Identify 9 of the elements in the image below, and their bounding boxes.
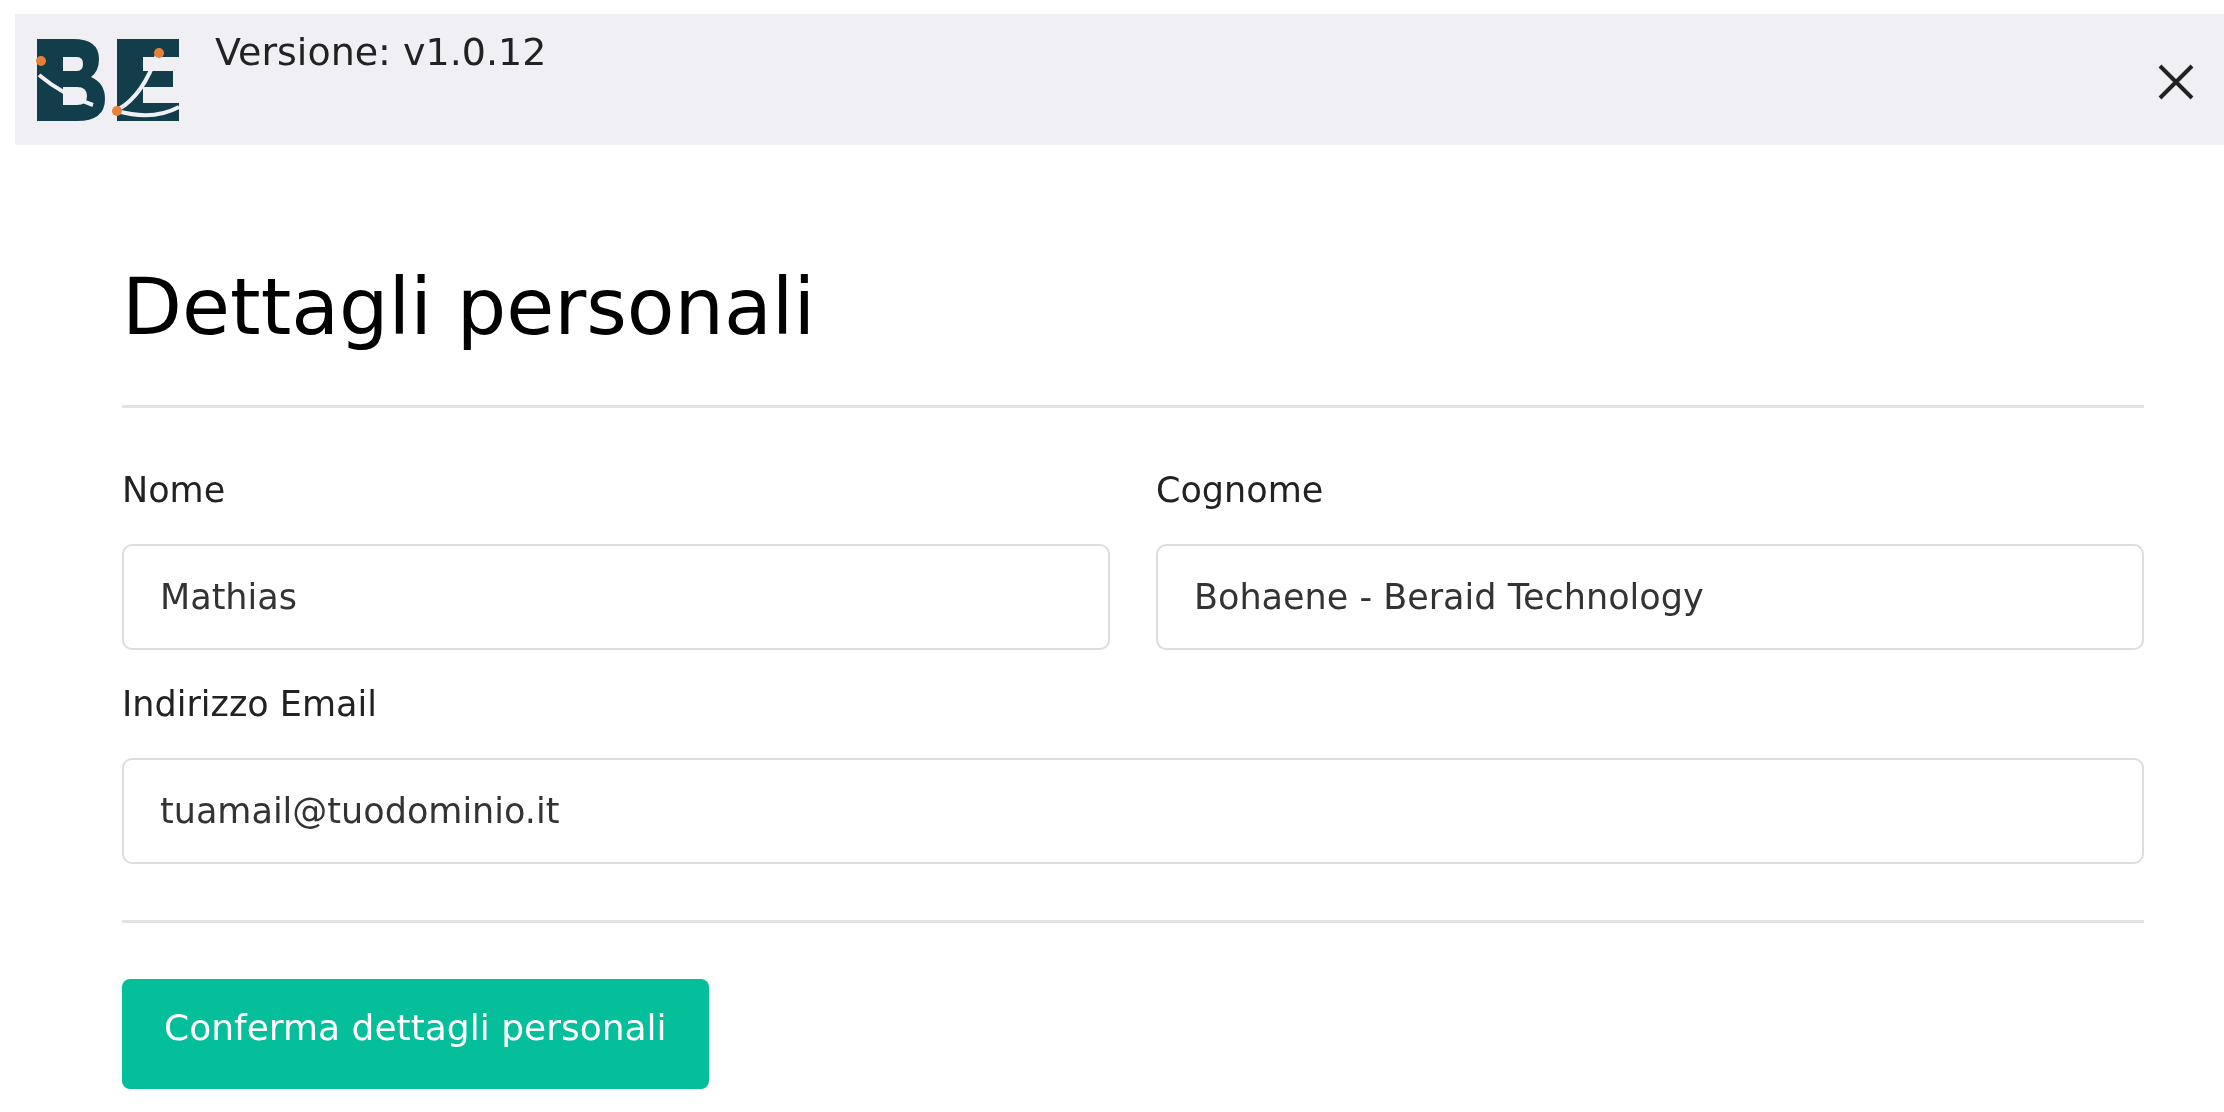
input-field[interactable]: Mathias — [122, 544, 1110, 650]
version-label: Versione: v1.0.12 — [215, 29, 547, 76]
input-field[interactable]: tuamail@tuodominio.it — [122, 758, 2144, 864]
field-label: Indirizzo Email — [122, 683, 378, 726]
page-title: Dettagli personali — [122, 261, 817, 354]
input-field[interactable]: Bohaene - Beraid Technology — [1156, 544, 2144, 650]
close-icon — [2156, 62, 2196, 102]
field-label: Cognome — [1156, 469, 1325, 512]
field-label: Nome — [122, 469, 227, 512]
